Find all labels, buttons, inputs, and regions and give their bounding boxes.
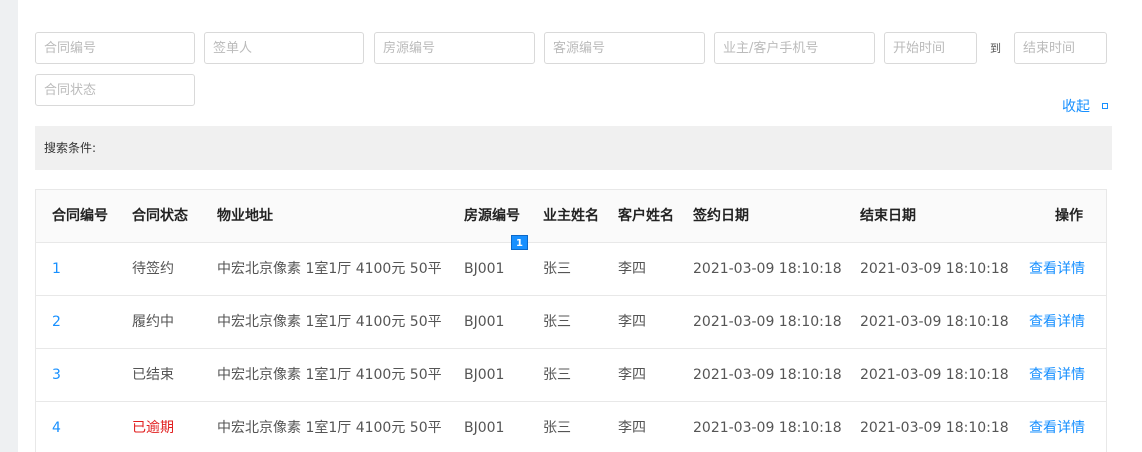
sign-date: 2021-03-09 18:10:18 xyxy=(693,367,842,383)
col-end-date: 结束日期 xyxy=(860,208,916,224)
table-row: 3 已结束 中宏北京像素 1室1厅 4100元 50平 BJ001 张三 李四 … xyxy=(36,349,1106,402)
property-address: 中宏北京像素 1室1厅 4100元 50平 xyxy=(217,261,442,277)
table-header: 合同编号 合同状态 物业地址 房源编号 业主姓名 客户姓名 签约日期 结束日期 … xyxy=(36,190,1106,250)
end-date: 2021-03-09 18:10:18 xyxy=(860,314,1009,330)
contract-id-link[interactable]: 1 xyxy=(52,243,61,296)
sign-date: 2021-03-09 18:10:18 xyxy=(693,420,842,436)
contract-table: 合同编号 合同状态 物业地址 房源编号 业主姓名 客户姓名 签约日期 结束日期 … xyxy=(35,189,1107,452)
house-no: BJ001 xyxy=(464,420,505,436)
col-contract-no: 合同编号 xyxy=(52,208,108,224)
phone-input[interactable] xyxy=(714,32,875,64)
col-client: 客户姓名 xyxy=(618,208,674,224)
contract-id-link[interactable]: 4 xyxy=(52,402,61,452)
collapse-icon xyxy=(1102,103,1108,109)
property-address: 中宏北京像素 1室1厅 4100元 50平 xyxy=(217,420,442,436)
contract-status: 已结束 xyxy=(132,367,174,383)
end-date: 2021-03-09 18:10:18 xyxy=(860,261,1009,277)
range-separator: 到 xyxy=(990,42,1001,55)
contract-status: 待签约 xyxy=(132,261,174,277)
contract-no-input[interactable] xyxy=(35,32,195,64)
end-time-input[interactable] xyxy=(1014,32,1107,64)
search-conditions-bar: 搜索条件: xyxy=(35,126,1112,170)
collapse-label: 收起 xyxy=(1062,99,1090,115)
end-date: 2021-03-09 18:10:18 xyxy=(860,367,1009,383)
table-row: 2 履约中 中宏北京像素 1室1厅 4100元 50平 BJ001 张三 李四 … xyxy=(36,296,1106,349)
client-name: 李四 xyxy=(618,367,646,383)
property-address: 中宏北京像素 1室1厅 4100元 50平 xyxy=(217,367,442,383)
contract-id-link[interactable]: 2 xyxy=(52,296,61,349)
contract-id-link[interactable]: 3 xyxy=(52,349,61,402)
end-date: 2021-03-09 18:10:18 xyxy=(860,420,1009,436)
house-no: BJ001 xyxy=(464,367,505,383)
view-details-link[interactable]: 查看详情 xyxy=(1029,296,1085,349)
contract-status: 已逾期 xyxy=(132,420,174,436)
client-name: 李四 xyxy=(618,261,646,277)
client-no-input[interactable] xyxy=(544,32,705,64)
col-status: 合同状态 xyxy=(132,208,188,224)
search-conditions-label: 搜索条件: xyxy=(44,141,97,155)
table-row: 4 已逾期 中宏北京像素 1室1厅 4100元 50平 BJ001 张三 李四 … xyxy=(36,402,1106,452)
view-details-link[interactable]: 查看详情 xyxy=(1029,402,1085,452)
owner-name: 张三 xyxy=(543,314,571,330)
table-row: 1 待签约 中宏北京像素 1室1厅 4100元 50平 BJ001 张三 李四 … xyxy=(36,243,1106,296)
right-strip xyxy=(1125,0,1142,452)
property-address: 中宏北京像素 1室1厅 4100元 50平 xyxy=(217,314,442,330)
house-no-input[interactable] xyxy=(374,32,535,64)
top-strip xyxy=(18,0,1125,32)
view-details-link[interactable]: 查看详情 xyxy=(1029,349,1085,402)
col-action: 操作 xyxy=(1055,208,1083,224)
client-name: 李四 xyxy=(618,314,646,330)
owner-name: 张三 xyxy=(543,420,571,436)
client-name: 李四 xyxy=(618,420,646,436)
owner-name: 张三 xyxy=(543,261,571,277)
owner-name: 张三 xyxy=(543,367,571,383)
contract-status-input[interactable] xyxy=(35,74,195,106)
col-sign-date: 签约日期 xyxy=(693,208,749,224)
view-details-link[interactable]: 查看详情 xyxy=(1029,243,1085,296)
col-address: 物业地址 xyxy=(217,208,273,224)
signer-input[interactable] xyxy=(204,32,364,64)
start-time-input[interactable] xyxy=(884,32,977,64)
contract-status: 履约中 xyxy=(132,314,174,330)
col-owner: 业主姓名 xyxy=(543,208,599,224)
collapse-button[interactable]: 收起 xyxy=(1062,96,1108,116)
sign-date: 2021-03-09 18:10:18 xyxy=(693,261,842,277)
house-no: BJ001 xyxy=(464,261,505,277)
sign-date: 2021-03-09 18:10:18 xyxy=(693,314,842,330)
house-no: BJ001 xyxy=(464,314,505,330)
